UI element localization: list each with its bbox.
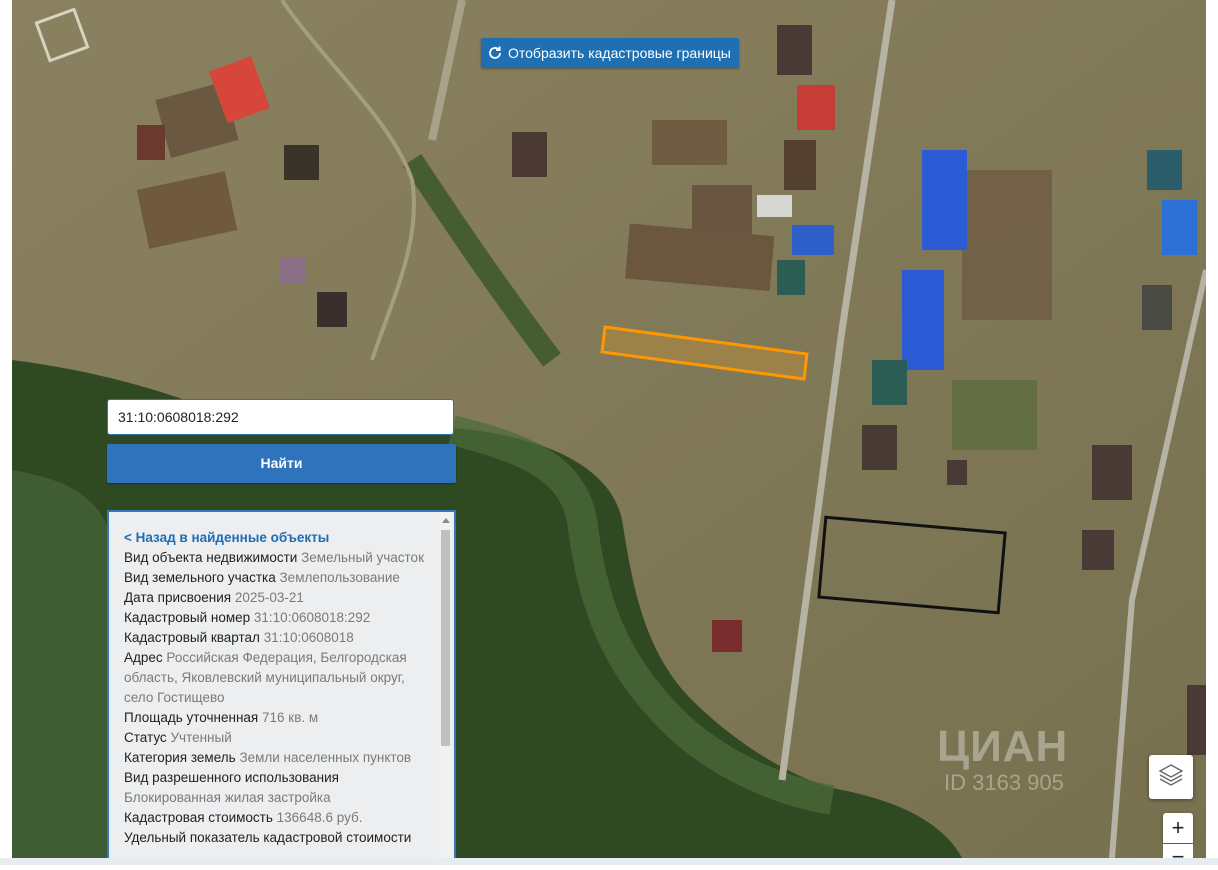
info-row: Кадастровая стоимость 136648.6 руб. — [124, 808, 424, 828]
info-label: Вид объекта недвижимости — [124, 550, 298, 565]
back-to-results-link[interactable]: < Назад в найденные объекты — [124, 530, 329, 545]
info-label: Кадастровая стоимость — [124, 810, 273, 825]
layers-icon — [1157, 761, 1185, 794]
info-row: Вид земельного участка Землепользование — [124, 568, 424, 588]
info-label: Площадь уточненная — [124, 710, 259, 725]
info-row: Площадь уточненная 716 кв. м — [124, 708, 424, 728]
info-label: Вид земельного участка — [124, 570, 276, 585]
page-margin — [0, 0, 12, 858]
refresh-icon — [487, 45, 503, 61]
info-value: 716 кв. м — [262, 710, 319, 725]
info-label: Категория земель — [124, 750, 236, 765]
info-value: 136648.6 руб. — [276, 810, 363, 825]
info-row: Вид объекта недвижимости Земельный участ… — [124, 548, 424, 568]
info-value: Землепользование — [279, 570, 400, 585]
info-label: Кадастровый квартал — [124, 630, 260, 645]
info-value: Земли населенных пунктов — [239, 750, 412, 765]
info-value: Учтенный — [170, 730, 232, 745]
info-value: Земельный участок — [301, 550, 424, 565]
show-cadastral-borders-label: Отобразить кадастровые границы — [508, 45, 731, 61]
info-label: Удельный показатель кадастровой стоимост… — [124, 830, 412, 845]
info-row: Дата присвоения 2025-03-21 — [124, 588, 424, 608]
info-label: Дата присвоения — [124, 590, 232, 605]
info-value: 2025-03-21 — [234, 590, 304, 605]
info-scrollbar[interactable] — [439, 512, 452, 865]
info-row: Категория земель Земли населенных пункто… — [124, 748, 424, 768]
info-label: Кадастровый номер — [124, 610, 251, 625]
parcel-info-panel: < Назад в найденные объекты Вид объекта … — [107, 510, 456, 865]
layers-button[interactable] — [1149, 755, 1193, 799]
info-row: Кадастровый квартал 31:10:0608018 — [124, 628, 424, 648]
zoom-in-button[interactable]: + — [1163, 813, 1193, 843]
info-label: Вид разрешенного использования — [124, 770, 339, 785]
info-value: Российская Федерация, Белгородская облас… — [124, 650, 407, 705]
info-row: Кадастровый номер 31:10:0608018:292 — [124, 608, 424, 628]
show-cadastral-borders-button[interactable]: Отобразить кадастровые границы — [481, 38, 739, 68]
info-label: Статус — [124, 730, 167, 745]
scrollbar-thumb[interactable] — [441, 530, 450, 746]
info-row: Удельный показатель кадастровой стоимост… — [124, 828, 424, 848]
info-row: Адрес Российская Федерация, Белгородская… — [124, 648, 424, 708]
info-value: Блокированная жилая застройка — [124, 790, 331, 805]
info-value: 31:10:0608018 — [263, 630, 354, 645]
info-row: Статус Учтенный — [124, 728, 424, 748]
cadastral-search-input[interactable] — [107, 399, 454, 435]
info-value: 31:10:0608018:292 — [253, 610, 371, 625]
info-label: Адрес — [124, 650, 163, 665]
bottom-bar — [0, 858, 1218, 865]
info-row: Вид разрешенного использования Блокирова… — [124, 768, 424, 808]
parcel-info-content: < Назад в найденные объекты Вид объекта … — [124, 528, 424, 848]
scroll-up-arrow-icon[interactable] — [442, 518, 450, 523]
find-button[interactable]: Найти — [107, 444, 456, 483]
